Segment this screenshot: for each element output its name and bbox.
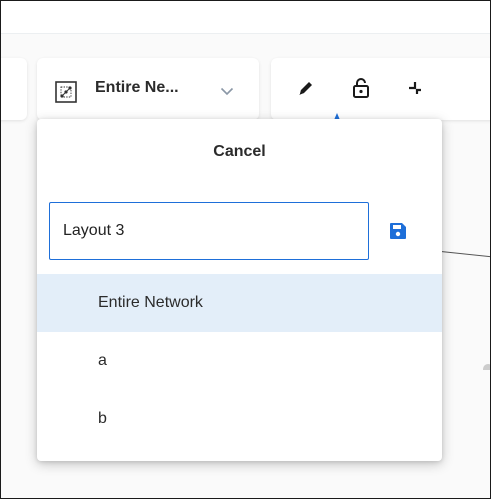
pencil-icon [297, 79, 315, 102]
lock-button[interactable] [350, 77, 372, 103]
toolbar-card-left [1, 58, 27, 120]
lock-open-icon [352, 77, 370, 103]
compress-icon [406, 79, 424, 102]
network-edge [440, 251, 490, 259]
layout-item-a[interactable]: a [37, 332, 442, 390]
top-bar [1, 1, 490, 34]
network-layout-icon [55, 81, 77, 108]
cancel-button[interactable]: Cancel [37, 143, 442, 161]
toolbar-tools [271, 58, 490, 120]
save-icon[interactable] [389, 222, 407, 240]
layout-selector[interactable]: Entire Ne... [37, 58, 259, 120]
layout-item-label: a [98, 352, 107, 369]
fit-button[interactable] [404, 79, 426, 101]
layout-selector-label: Entire Ne... [95, 79, 179, 96]
layout-item-b[interactable]: b [37, 390, 442, 448]
chevron-down-icon [220, 83, 234, 101]
layout-item-label: Entire Network [98, 294, 203, 311]
layout-item-label: b [98, 410, 107, 427]
edit-button[interactable] [295, 79, 317, 101]
layout-dropdown: Cancel Entire Network a b [37, 119, 442, 461]
network-node[interactable] [483, 364, 490, 370]
app-window: Entire Ne... Cancel Layout 3 Entire Netw… [0, 0, 491, 499]
layout-item-entire-network[interactable]: Entire Network [37, 274, 442, 332]
layout-name-input[interactable] [49, 202, 369, 260]
